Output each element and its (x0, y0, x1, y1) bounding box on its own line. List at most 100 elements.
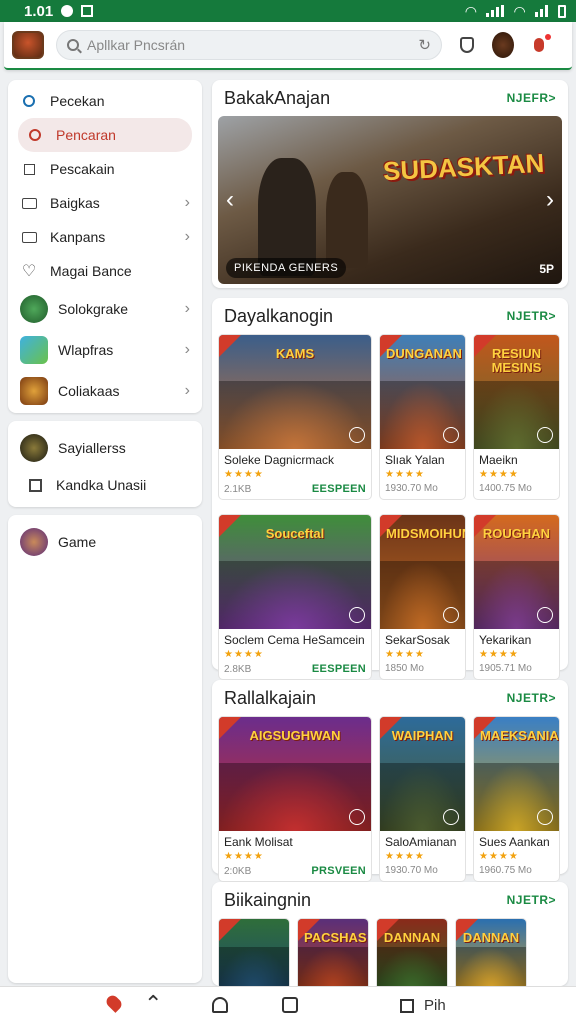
section-title: Rallalkajain (224, 687, 317, 708)
play-icon[interactable] (537, 809, 553, 825)
game-name: Solekе Dagnicrmack (224, 453, 335, 467)
section-title: Biikaingnin (224, 889, 312, 910)
sidebar-item-wlapfras[interactable]: Wlapfras › (8, 329, 202, 370)
game-meta: Solekе Dagnicrmack ★★★★ 2.1KB EESPEEN (219, 449, 371, 499)
featured-banner[interactable]: SUDASKTAN ‹ › PIKENDA GENERS 5P (218, 116, 562, 284)
game-card[interactable]: MIDSMOIHUNDOMNIS SekarSosak ★★★★ 1850 Mo (379, 514, 466, 680)
game-price[interactable]: EESPEEN (312, 663, 366, 675)
square-icon[interactable] (400, 999, 414, 1013)
game-art (377, 947, 447, 986)
game-thumbnail[interactable] (219, 919, 289, 986)
sidebar-item-magai-bance[interactable]: ♡ Magai Bance (8, 254, 202, 288)
see-more-link[interactable]: NJETR> (507, 309, 556, 323)
play-icon[interactable] (349, 809, 365, 825)
sidebar-item-kandka-unasii[interactable]: Kandka Unasii (8, 468, 202, 502)
game-art-title: DANNAN (383, 930, 441, 945)
chevron-left-icon[interactable]: ‹ (226, 186, 234, 214)
game-thumbnail[interactable]: MAEKSANIAN (474, 717, 559, 831)
game-art (298, 947, 368, 986)
sidebar-item-pencaran[interactable]: Pencaran (18, 118, 192, 152)
security-button[interactable] (456, 34, 478, 56)
voice-button[interactable] (528, 34, 551, 56)
game-card[interactable]: DANNAN (376, 918, 448, 986)
chevron-up-icon[interactable]: ⌃ (144, 991, 162, 1017)
banner-figure (326, 172, 368, 268)
game-name: Eank Molisat (224, 835, 293, 849)
profile-button[interactable] (492, 32, 514, 58)
game-thumbnail[interactable]: MIDSMOIHUNDOMNIS (380, 515, 465, 629)
game-card[interactable]: MAEKSANIAN Sues Aankan ★★★★ 1960.75 Mo (473, 716, 560, 882)
play-icon[interactable] (443, 427, 459, 443)
section-title: Dayalkanogin (224, 305, 334, 326)
game-name: Slıak Yalan (385, 453, 445, 467)
game-card[interactable]: PACSHAS (297, 918, 369, 986)
game-thumbnail[interactable]: ROUGHAN (474, 515, 559, 629)
game-thumbnail[interactable]: Souceftal (219, 515, 371, 629)
game-price[interactable]: PRSVEEN (311, 865, 366, 877)
game-meta: Sues Aankan ★★★★ 1960.75 Mo (474, 831, 559, 880)
game-card[interactable]: AIGSUGHWAN Eank Molisat ★★★★ 2:0KB PRSVEEN (218, 716, 372, 882)
pin-icon[interactable] (104, 993, 124, 1013)
game-meta: Slıak Yalan ★★★★ 1930.70 Mo (380, 449, 465, 498)
sidebar-item-solokgrake[interactable]: Solokgrake › (8, 288, 202, 329)
game-thumbnail[interactable]: RESIUN MESINS (474, 335, 559, 449)
home-icon[interactable] (212, 997, 228, 1013)
play-icon[interactable] (537, 607, 553, 623)
wifi-icon-2: ◠ (514, 2, 525, 19)
game-card[interactable]: WAIPHAN SaloAmianan ★★★★ 1930.70 Mo (379, 716, 466, 882)
play-icon[interactable] (349, 607, 365, 623)
game-thumbnail[interactable]: WAIPHAN (380, 717, 465, 831)
sidebar-item-sayiallerss[interactable]: Sayiallerss (8, 427, 202, 468)
search-icon (23, 95, 35, 107)
play-icon[interactable] (537, 427, 553, 443)
game-card[interactable]: DANNAN (455, 918, 527, 986)
sidebar-item-coliakaas[interactable]: Coliakaas › (8, 370, 202, 411)
game-card[interactable]: Souceftal Soclem Cema HeSamcein ★★★★ 2.8KB E… (218, 514, 372, 680)
wifi-icon: ◠ (465, 2, 477, 19)
sidebar-item-label: Coliakaas (58, 382, 120, 399)
search-bar[interactable]: Apllkar Pncsrán ↻ (56, 30, 442, 60)
recent-apps-icon[interactable] (282, 997, 298, 1013)
sidebar-item-baigkas[interactable]: Baigkas › (8, 186, 202, 220)
see-more-link[interactable]: NJETR> (507, 893, 556, 907)
game-art-title: KAMS (275, 346, 315, 361)
play-icon[interactable] (443, 607, 459, 623)
play-icon[interactable] (349, 427, 365, 443)
chevron-right-icon[interactable]: › (546, 186, 554, 214)
sidebar-item-label: Baigkas (50, 195, 100, 211)
game-thumbnail-icon (20, 376, 48, 405)
game-card[interactable]: DUNGANAN Slıak Yalan ★★★★ 1930.70 Mo (379, 334, 466, 500)
game-size: 1930.70 Mo (385, 865, 438, 876)
game-thumbnail[interactable]: PACSHAS (298, 919, 368, 986)
game-card[interactable]: RESIUN MESINS Maeikn ★★★★ 1400.75 Mo (473, 334, 560, 500)
see-more-link[interactable]: NJEFR> (507, 91, 556, 105)
refresh-icon[interactable]: ↻ (418, 36, 431, 54)
game-thumbnail[interactable]: DANNAN (456, 919, 526, 986)
game-thumbnail[interactable]: AIGSUGHWAN (219, 717, 371, 831)
app-logo[interactable] (12, 31, 44, 59)
bottom-nav-label[interactable]: Pih (424, 997, 446, 1014)
sidebar-item-pescakain[interactable]: Pescakain (8, 152, 202, 186)
game-art-title: MIDSMOIHUNDOMNIS (386, 526, 465, 541)
game-thumbnail[interactable]: DANNAN (377, 919, 447, 986)
game-card[interactable]: ROUGHAN Yekarikan ★★★★ 1905.71 Mo (473, 514, 560, 680)
game-card[interactable] (218, 918, 290, 986)
game-row: AIGSUGHWAN Eank Molisat ★★★★ 2:0KB PRSVEEN WA… (212, 716, 568, 882)
game-thumbnail[interactable]: KAMS (219, 335, 371, 449)
sidebar-item-game[interactable]: Game (8, 521, 202, 562)
signal-icon (486, 5, 505, 17)
section-title: BakakAnajan (224, 87, 331, 108)
game-meta: Maeikn ★★★★ 1400.75 Mo (474, 449, 559, 498)
sidebar-card-main: Pecekan Pencaran Pescakain Baigkas › Kan… (8, 80, 202, 413)
game-card[interactable]: KAMS Solekе Dagnicrmack ★★★★ 2.1KB EESPEEN (218, 334, 372, 500)
sidebar-item-kanpans[interactable]: Kanpans › (8, 220, 202, 254)
game-art-title: PACSHAS (304, 930, 367, 945)
search-input[interactable]: Apllkar Pncsrán (87, 37, 185, 53)
sidebar-item-pecekan[interactable]: Pecekan (8, 84, 202, 118)
see-more-link[interactable]: NJETR> (507, 691, 556, 705)
game-price[interactable]: EESPEEN (312, 483, 366, 495)
play-icon[interactable] (443, 809, 459, 825)
game-art (219, 560, 371, 629)
banner-genre-chip[interactable]: PIKENDA GENERS (226, 258, 347, 278)
game-thumbnail[interactable]: DUNGANAN (380, 335, 465, 449)
